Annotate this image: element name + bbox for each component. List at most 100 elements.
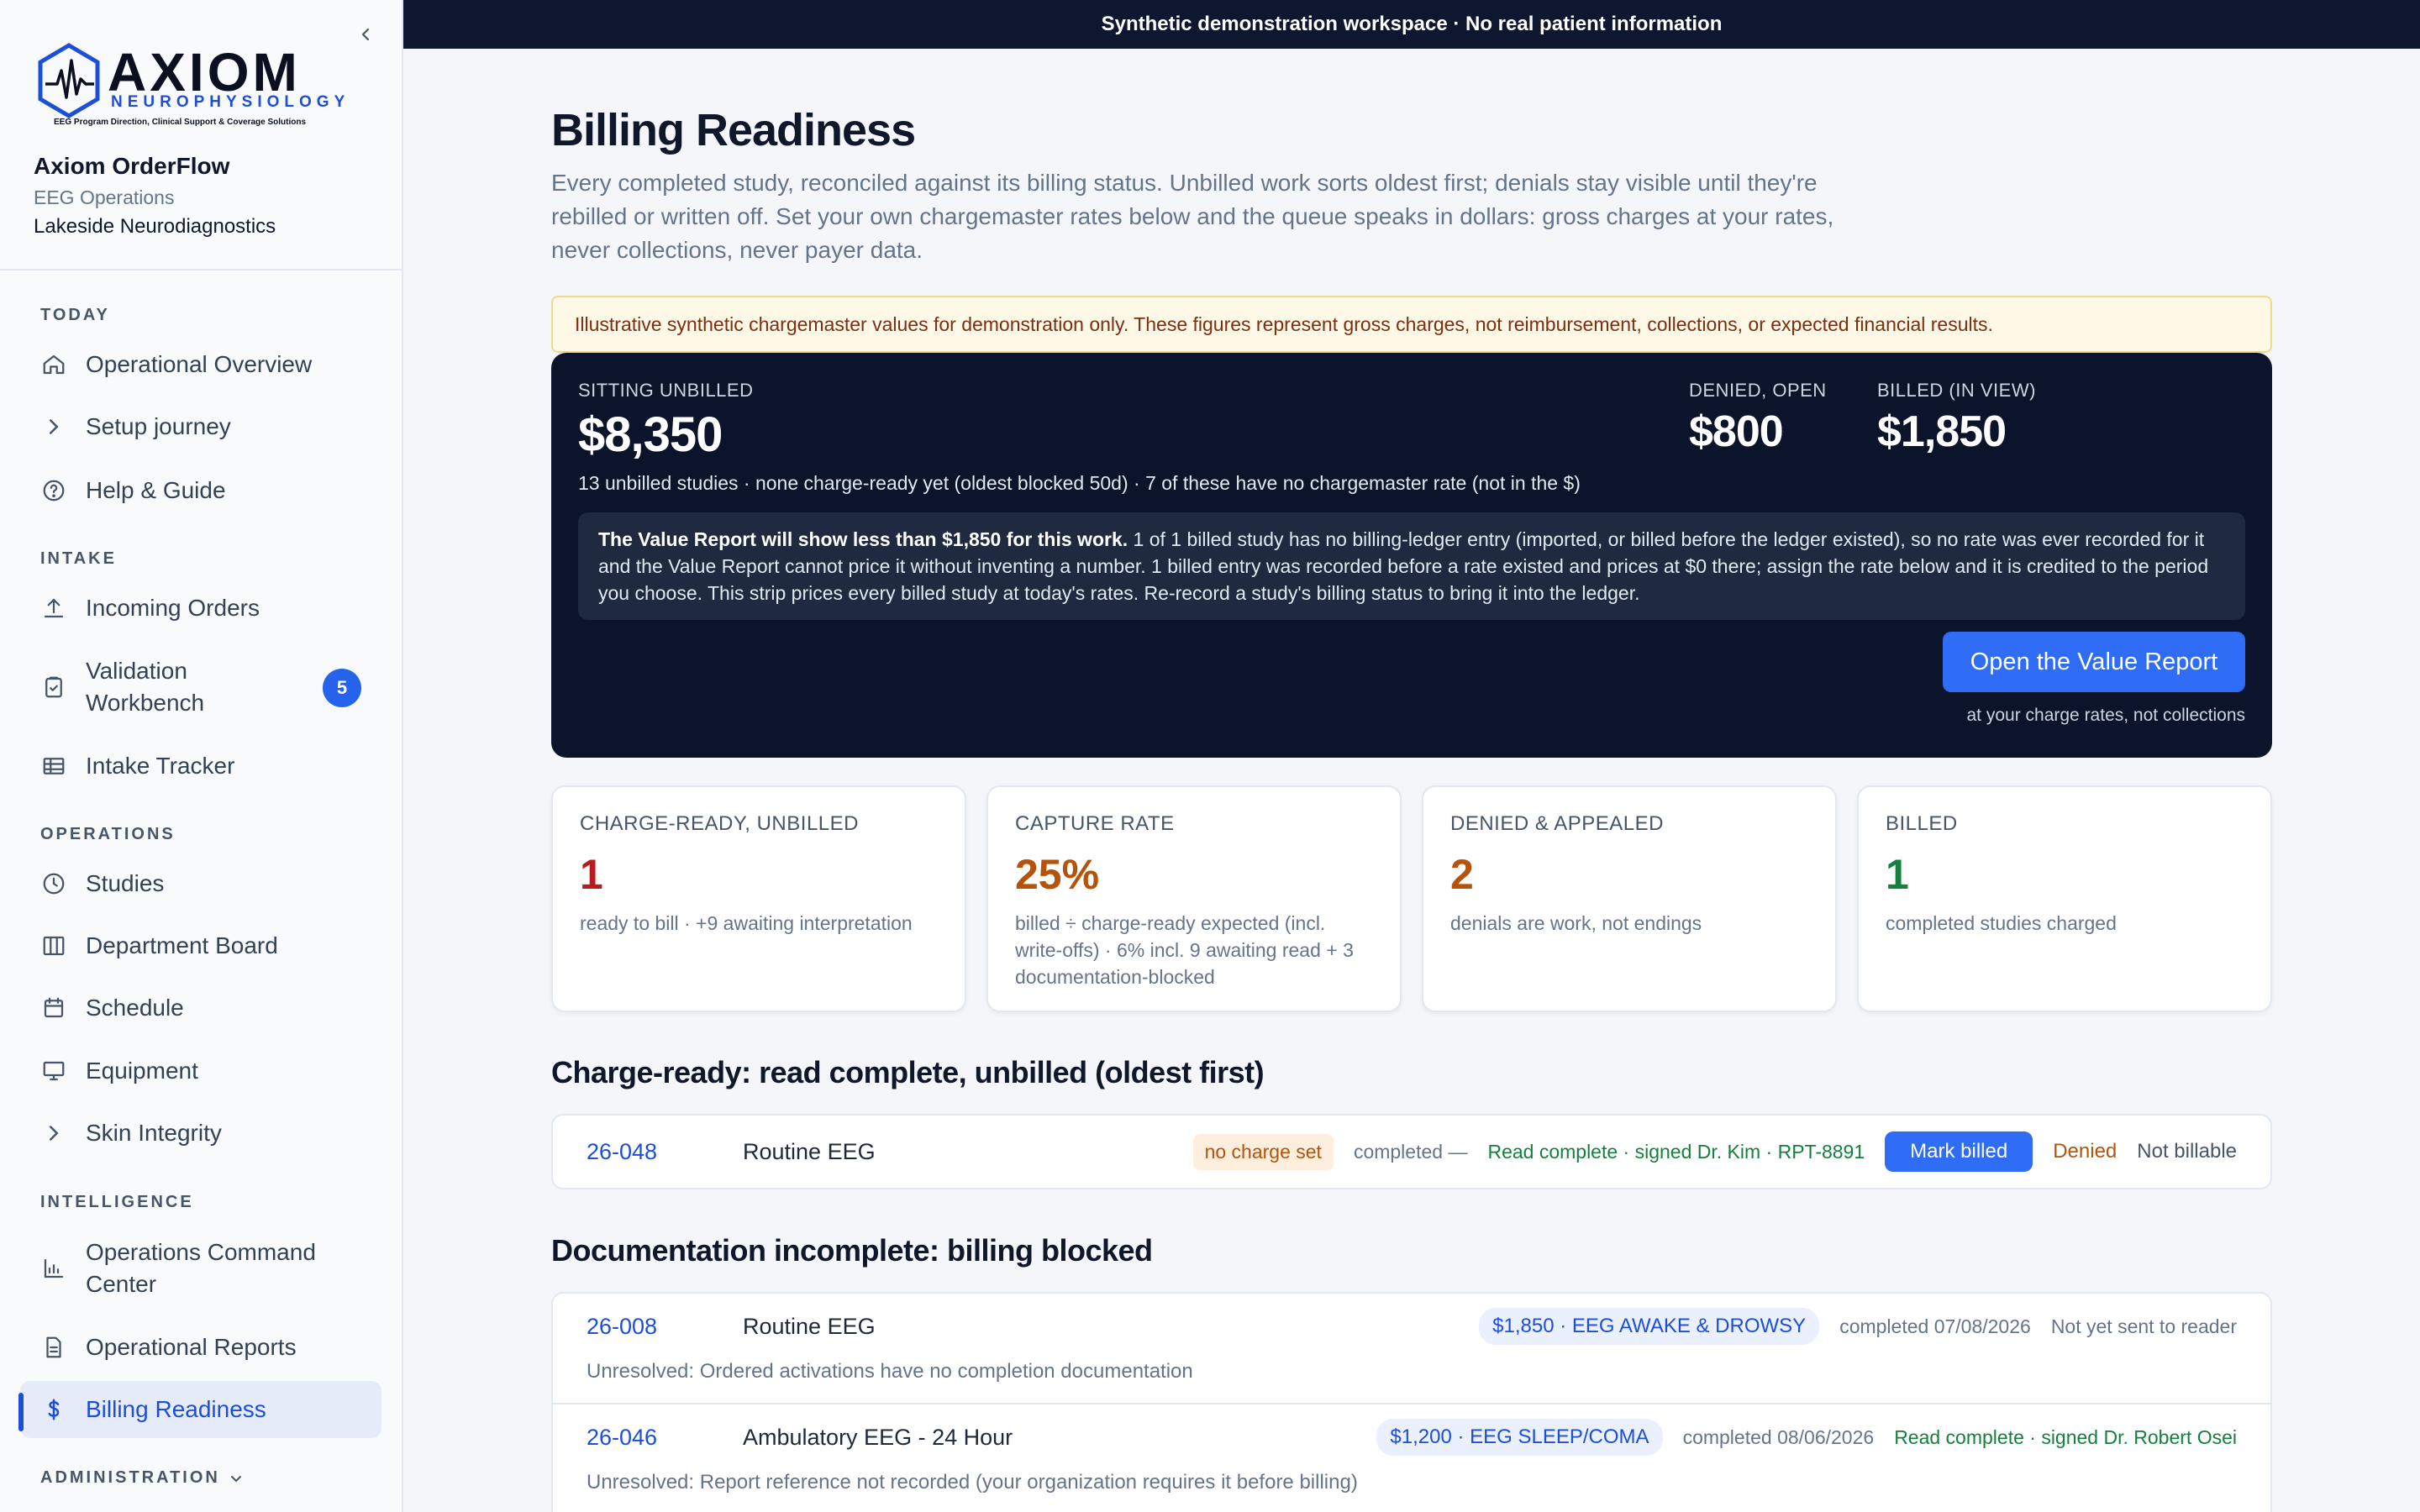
study-type: Ambulatory EEG - 24 Hour: [743, 1424, 1013, 1450]
kpi-value: 25%: [1015, 851, 1100, 898]
collapse-sidebar-button[interactable]: [353, 22, 378, 47]
value-report-note-heading: The Value Report will show less than $1,…: [598, 528, 1128, 550]
unbilled-label: SITTING UNBILLED: [578, 380, 754, 401]
sidebar-item-validation-workbench[interactable]: Validation Workbench 5: [20, 652, 381, 722]
kpi-description: completed studies charged: [1886, 912, 2117, 934]
denied-button[interactable]: Denied: [2053, 1140, 2117, 1163]
demo-warning-banner: Illustrative synthetic chargemaster valu…: [551, 296, 2272, 353]
sidebar-item-label: Studies: [86, 870, 165, 896]
value-report-note: The Value Report will show less than $1,…: [578, 512, 2245, 620]
nav-section-today: TODAY: [40, 306, 110, 324]
kpi-label: DENIED & APPEALED: [1450, 812, 1664, 835]
sidebar-item-schedule[interactable]: Schedule: [20, 979, 381, 1037]
sidebar-item-label: Billing Readiness: [86, 1396, 266, 1422]
row-actions: no charge set completed — Read complete …: [1192, 1131, 2237, 1172]
read-status: Not yet sent to reader: [2050, 1315, 2237, 1337]
logo-subtitle: NEUROPHYSIOLOGY: [111, 93, 350, 111]
sidebar-item-label: Operations Command Center: [86, 1239, 316, 1297]
help-circle-icon: [40, 477, 67, 504]
kpi-card-capture-rate: CAPTURE RATE 25% billed ÷ charge-ready e…: [986, 785, 1402, 1012]
page-description: Every completed study, reconciled agains…: [551, 170, 1834, 263]
file-text-icon: [40, 1334, 67, 1361]
page-title: Billing Readiness: [551, 105, 916, 155]
kpi-description: ready to bill · +9 awaiting interpretati…: [580, 912, 913, 934]
read-status: Read complete · signed Dr. Robert Osei: [1894, 1425, 2237, 1448]
sidebar-item-label: Help & Guide: [86, 477, 226, 503]
completed-date: completed 07/08/2026: [1839, 1315, 2031, 1337]
kpi-card-charge-ready: CHARGE-READY, UNBILLED 1 ready to bill ·…: [551, 785, 966, 1012]
charge-ready-list: 26-048 Routine EEG no charge set complet…: [551, 1114, 2272, 1189]
row-meta: $1,850 · EEG AWAKE & DROWSY completed 07…: [1479, 1308, 2237, 1345]
chevron-right-icon: [40, 1120, 67, 1147]
doc-incomplete-section-title: Documentation incomplete: billing blocke…: [551, 1233, 1153, 1268]
chevron-right-icon: [40, 413, 67, 440]
study-type: Routine EEG: [743, 1138, 876, 1164]
nav-section-label: ADMINISTRATION: [40, 1468, 220, 1487]
logo-tagline: EEG Program Direction, Clinical Support …: [54, 118, 307, 127]
columns-icon: [40, 932, 67, 959]
sidebar-item-intake-tracker[interactable]: Intake Tracker: [20, 738, 381, 795]
mark-billed-button[interactable]: Mark billed: [1885, 1131, 2033, 1172]
completed-date: completed 08/06/2026: [1682, 1425, 1875, 1448]
study-id-link[interactable]: 26-008: [587, 1314, 743, 1340]
kpi-value: 2: [1450, 851, 1474, 898]
sidebar-item-label: Validation Workbench: [86, 658, 205, 716]
kpi-label: CAPTURE RATE: [1015, 812, 1175, 835]
upload-icon: [40, 595, 67, 622]
sidebar-item-equipment[interactable]: Equipment: [20, 1042, 381, 1100]
sidebar-item-help-guide[interactable]: Help & Guide: [20, 462, 381, 519]
charge-rate-pill[interactable]: $1,850 · EEG AWAKE & DROWSY: [1479, 1308, 1820, 1345]
kpi-description: denials are work, not endings: [1450, 912, 1702, 934]
row-meta: $1,200 · EEG SLEEP/COMA completed 08/06/…: [1376, 1419, 2237, 1456]
sidebar-item-billing-readiness[interactable]: Billing Readiness: [20, 1381, 381, 1438]
sidebar-item-department-board[interactable]: Department Board: [20, 917, 381, 974]
denied-open-value: $800: [1689, 407, 1784, 456]
nav-section-intake: INTAKE: [40, 549, 117, 568]
billed-in-view-label: BILLED (IN VIEW): [1877, 380, 2036, 401]
study-id-link[interactable]: 26-046: [587, 1425, 743, 1451]
denied-open-label: DENIED, OPEN: [1689, 380, 1827, 401]
study-type: Routine EEG: [743, 1313, 876, 1339]
unresolved-note: Unresolved: Ordered activations have no …: [587, 1360, 1193, 1383]
clock-icon: [40, 870, 67, 897]
doc-incomplete-list: 26-008 Routine EEG $1,850 · EEG AWAKE & …: [551, 1292, 2272, 1512]
sidebar-item-operations-command-center[interactable]: Operations Command Center: [20, 1233, 381, 1304]
org-name: Axiom OrderFlow: [34, 153, 230, 179]
value-report-caption: at your charge rates, not collections: [1966, 706, 2245, 725]
kpi-card-denied-appealed: DENIED & APPEALED 2 denials are work, no…: [1422, 785, 1837, 1012]
table-row: 26-046 Ambulatory EEG - 24 Hour $1,200 ·…: [553, 1404, 2270, 1470]
sidebar-item-label: Operational Reports: [86, 1334, 297, 1360]
sidebar-item-label: Department Board: [86, 932, 278, 958]
sidebar-item-setup-journey[interactable]: Setup journey: [20, 398, 381, 455]
sidebar-item-operational-overview[interactable]: Operational Overview: [20, 336, 381, 393]
open-value-report-button[interactable]: Open the Value Report: [1943, 632, 2245, 692]
not-billable-button[interactable]: Not billable: [2137, 1140, 2237, 1163]
kpi-label: CHARGE-READY, UNBILLED: [580, 812, 859, 835]
charge-rate-pill[interactable]: $1,200 · EEG SLEEP/COMA: [1376, 1419, 1663, 1456]
sidebar-item-incoming-orders[interactable]: Incoming Orders: [20, 580, 381, 637]
home-icon: [40, 351, 67, 378]
axiom-logo: AXIOM NEUROPHYSIOLOGY EEG Program Direct…: [35, 42, 345, 134]
nav-section-intelligence: INTELLIGENCE: [40, 1193, 194, 1211]
sidebar-item-skin-integrity[interactable]: Skin Integrity: [20, 1105, 381, 1162]
logo-wordmark: AXIOM: [108, 42, 301, 102]
charge-ready-section-title: Charge-ready: read complete, unbilled (o…: [551, 1055, 1265, 1089]
sidebar-item-label: Operational Overview: [86, 351, 313, 377]
study-id-link[interactable]: 26-048: [587, 1139, 743, 1165]
unbilled-value: $8,350: [578, 407, 723, 462]
completed-date: completed —: [1353, 1140, 1468, 1163]
nav-section-administration[interactable]: ADMINISTRATION: [40, 1468, 244, 1488]
chevron-left-icon: [358, 27, 373, 42]
unbilled-subtext: 13 unbilled studies · none charge-ready …: [578, 472, 1581, 494]
table-icon: [40, 753, 67, 780]
bar-chart-icon: [40, 1255, 67, 1282]
kpi-card-billed: BILLED 1 completed studies charged: [1857, 785, 2272, 1012]
sidebar-item-studies[interactable]: Studies: [20, 855, 381, 912]
dollar-icon: [40, 1396, 67, 1423]
unresolved-note: Unresolved: Report reference not recorde…: [587, 1471, 1358, 1494]
monitor-icon: [40, 1058, 67, 1084]
sidebar-item-operational-reports[interactable]: Operational Reports: [20, 1319, 381, 1376]
sidebar-item-label: Skin Integrity: [86, 1120, 222, 1146]
charge-badge: no charge set: [1192, 1133, 1334, 1170]
table-row: 26-048 Routine EEG no charge set complet…: [553, 1116, 2270, 1188]
